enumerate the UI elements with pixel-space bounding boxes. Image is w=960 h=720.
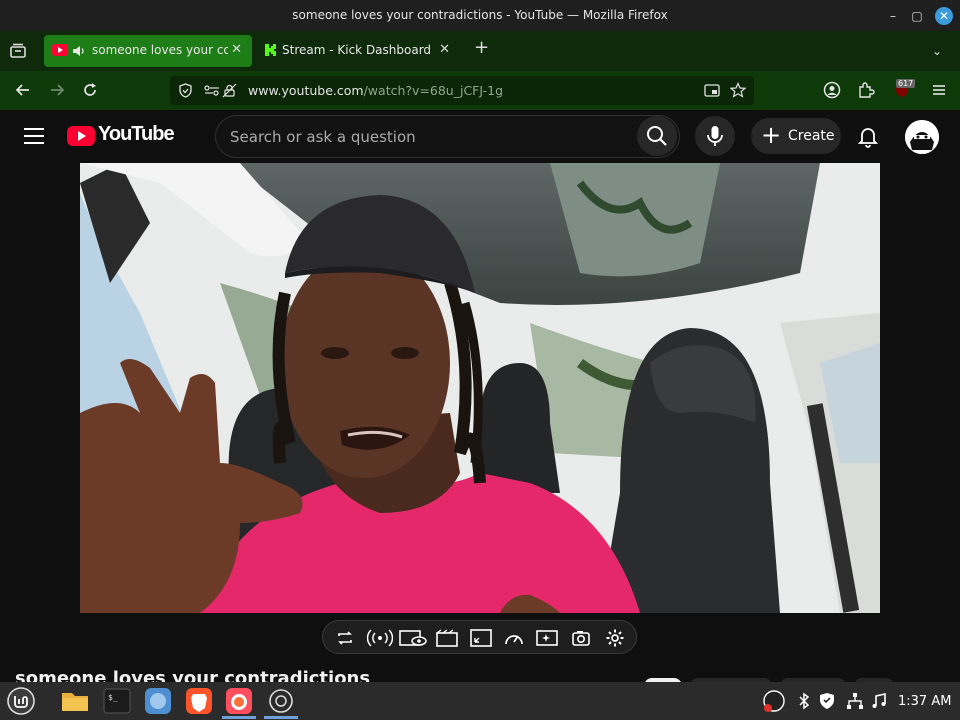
preview-eye-icon[interactable] [399, 628, 427, 648]
bluetooth-icon[interactable] [795, 692, 813, 710]
tab-youtube[interactable]: someone loves your contradictions ✕ [44, 35, 252, 67]
firefox-icon[interactable] [224, 686, 254, 716]
account-icon[interactable] [823, 81, 841, 99]
tab-close-icon[interactable]: ✕ [439, 42, 450, 57]
active-app-indicator [264, 716, 298, 719]
tab-label: someone loves your contradictions [92, 43, 228, 57]
settings-gear-icon[interactable] [605, 628, 625, 648]
minimize-button[interactable]: – [884, 7, 902, 25]
tab-close-icon[interactable]: ✕ [231, 42, 242, 57]
url-host: www.youtube.com [248, 83, 364, 98]
picture-in-picture-icon[interactable] [704, 83, 720, 98]
create-button[interactable]: + Create [751, 118, 841, 154]
tab-label: Stream - Kick Dashboard [282, 43, 432, 57]
create-label: Create [788, 128, 835, 144]
svg-text:$_: $_ [108, 693, 118, 702]
close-window-button[interactable]: ✕ [935, 7, 953, 25]
menu-hamburger-icon[interactable] [930, 81, 948, 99]
shield-icon[interactable] [178, 83, 193, 98]
maximize-button[interactable]: ▢ [908, 7, 926, 25]
active-app-indicator [222, 716, 256, 719]
video-frame-image [80, 163, 880, 613]
clock[interactable]: 1:37 AM [898, 694, 951, 709]
obs-studio-icon[interactable] [266, 686, 296, 716]
new-tab-plus-icon[interactable]: + [474, 39, 490, 57]
window-titlebar: someone loves your contradictions - YouT… [0, 0, 960, 31]
system-taskbar: $_ 1:37 AM [0, 682, 960, 720]
reload-icon[interactable] [81, 81, 99, 99]
guide-menu-icon[interactable] [24, 128, 44, 144]
search-input[interactable] [230, 126, 630, 148]
plus-icon: + [761, 121, 782, 149]
playback-speed-icon[interactable] [503, 628, 525, 648]
speaker-icon[interactable] [72, 44, 86, 58]
resize-frame-icon[interactable] [469, 628, 493, 648]
connection-lock-icon[interactable] [222, 83, 237, 98]
forward-arrow-icon[interactable] [48, 81, 66, 99]
kick-favicon-icon [265, 44, 276, 56]
terminal-icon[interactable]: $_ [102, 686, 132, 716]
loop-icon[interactable] [335, 628, 355, 648]
video-player[interactable] [80, 163, 880, 613]
extension-badge: 617 [896, 79, 916, 88]
video-tools-bar [322, 620, 637, 654]
list-all-tabs-chevron-icon[interactable]: ⌄ [932, 44, 942, 58]
video-title: someone loves your contradictions [15, 668, 371, 682]
screenshot-camera-icon[interactable] [571, 628, 591, 648]
permissions-icon[interactable] [203, 83, 221, 98]
extensions-puzzle-icon[interactable] [857, 81, 875, 99]
audio-broadcast-icon[interactable] [367, 628, 393, 648]
notifications-bell-icon[interactable] [855, 124, 881, 150]
url-text: www.youtube.com/watch?v=68u_jCFJ-1g [248, 83, 503, 98]
brave-lion-icon[interactable] [184, 686, 214, 716]
browser-globe-icon[interactable] [143, 686, 173, 716]
navigation-toolbar: www.youtube.com/watch?v=68u_jCFJ-1g [0, 71, 960, 110]
sound-music-icon[interactable] [870, 692, 888, 710]
microphone-icon[interactable] [695, 116, 735, 156]
cinema-mode-icon[interactable] [435, 628, 459, 648]
shield-update-icon[interactable] [818, 692, 836, 710]
bookmark-star-icon[interactable] [730, 82, 746, 98]
back-arrow-icon[interactable] [14, 81, 32, 99]
files-folder-icon[interactable] [60, 686, 90, 716]
avatar[interactable] [905, 120, 939, 154]
enhance-sparkle-icon[interactable] [535, 628, 559, 648]
window-title: someone loves your contradictions - YouT… [292, 8, 668, 22]
obs-tray-icon[interactable] [762, 689, 786, 713]
search-icon[interactable] [637, 116, 677, 156]
youtube-favicon-icon [52, 44, 68, 56]
address-bar[interactable]: www.youtube.com/watch?v=68u_jCFJ-1g [170, 76, 754, 105]
search-box[interactable] [215, 115, 680, 158]
screen: someone loves your contradictions - YouT… [0, 0, 960, 720]
youtube-logo-text[interactable]: YouTube [98, 123, 175, 146]
tab-kick-dashboard[interactable]: Stream - Kick Dashboard ✕ [256, 35, 460, 67]
youtube-logo-icon[interactable] [67, 126, 95, 146]
tab-overview-icon[interactable] [8, 41, 28, 61]
url-path: /watch?v=68u_jCFJ-1g [363, 83, 503, 98]
mint-menu-icon[interactable] [6, 686, 36, 716]
network-icon[interactable] [846, 692, 864, 710]
